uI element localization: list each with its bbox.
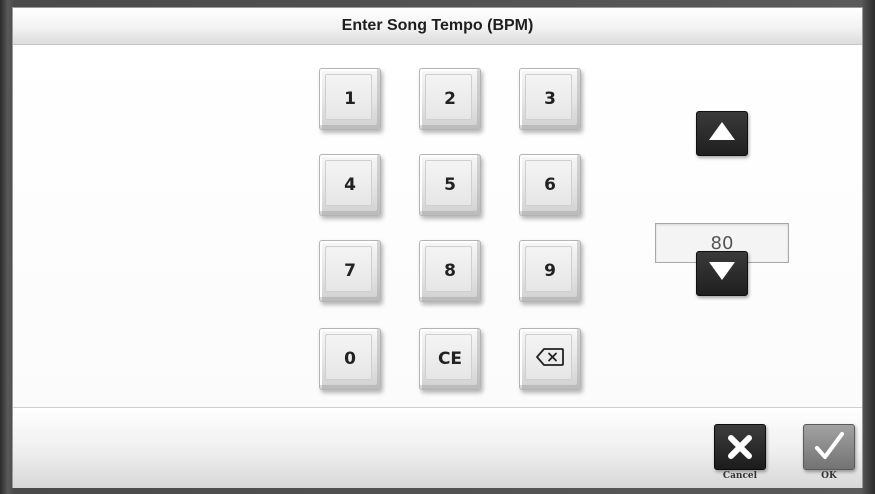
ok-button[interactable]: OK [803,424,855,482]
key-6[interactable]: 6 [519,154,581,216]
ok-label: OK [821,471,837,481]
title-bar: Enter Song Tempo (BPM) [13,8,862,45]
tempo-increment-button[interactable] [696,111,748,156]
cancel-button[interactable]: Cancel [714,424,766,482]
key-clear-entry[interactable]: CE [419,328,481,390]
key-8[interactable]: 8 [419,240,481,302]
key-1[interactable]: 1 [319,68,381,130]
key-backspace[interactable] [519,328,581,390]
triangle-down-icon [708,261,736,286]
dialog-title: Enter Song Tempo (BPM) [341,17,534,34]
checkmark-icon [803,424,855,470]
key-2[interactable]: 2 [419,68,481,130]
cancel-label: Cancel [722,471,758,481]
key-0[interactable]: 0 [319,328,381,390]
tempo-decrement-button[interactable] [696,251,748,296]
key-3[interactable]: 3 [519,68,581,130]
tempo-dialog: Enter Song Tempo (BPM) 1 2 3 4 5 6 7 8 9… [12,7,863,488]
action-bar: Cancel OK [13,407,862,488]
keypad-area: 1 2 3 4 5 6 7 8 9 0 CE 80 [13,45,862,407]
key-5[interactable]: 5 [419,154,481,216]
key-9[interactable]: 9 [519,240,581,302]
backspace-icon [535,347,565,372]
key-4[interactable]: 4 [319,154,381,216]
key-7[interactable]: 7 [319,240,381,302]
triangle-up-icon [708,121,736,146]
x-mark-icon [714,424,766,470]
